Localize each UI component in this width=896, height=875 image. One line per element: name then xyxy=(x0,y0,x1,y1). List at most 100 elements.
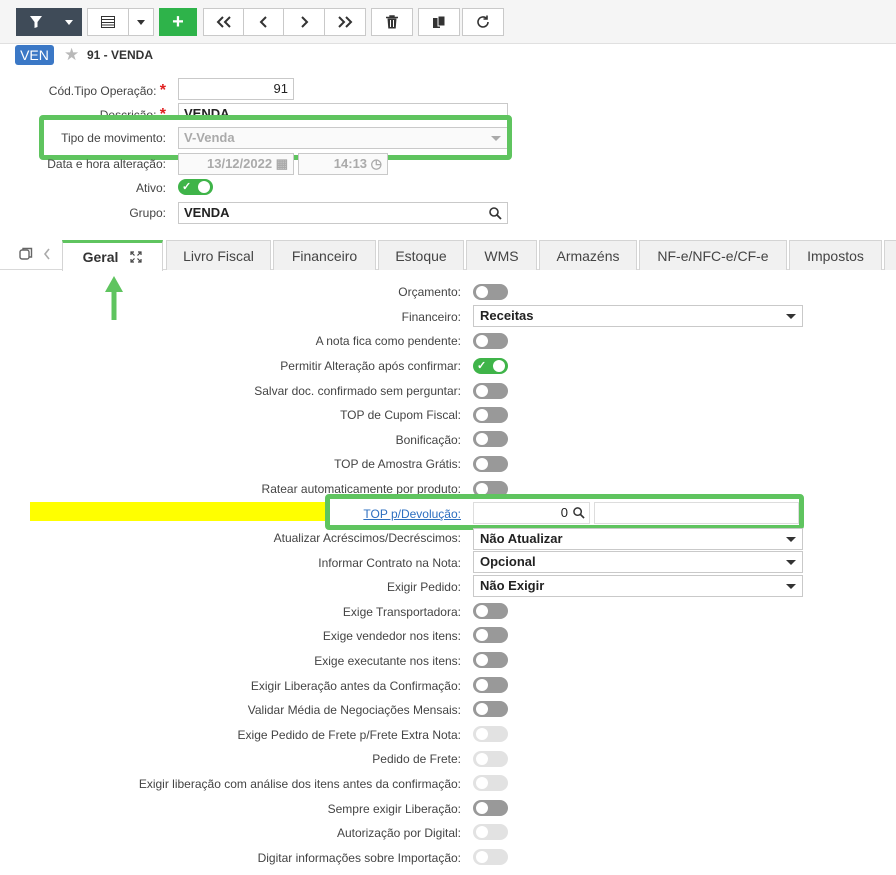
pedido-frete-toggle[interactable] xyxy=(473,751,508,767)
view-dropdown[interactable] xyxy=(128,8,154,36)
autorizacao-digital-label: Autorização por Digital: xyxy=(336,826,461,840)
ativo-toggle[interactable]: ✓ xyxy=(178,179,213,195)
permitir-alteracao-toggle[interactable]: ✓ xyxy=(473,358,508,374)
grupo-label: Grupo: xyxy=(129,206,166,220)
exigir-pedido-select[interactable]: Não Exigir xyxy=(473,575,803,597)
tab-scroll-left-icon[interactable] xyxy=(43,248,51,260)
tab-estoque[interactable]: Estoque xyxy=(378,240,464,270)
previous-record-button[interactable] xyxy=(243,8,284,36)
bonificacao-label: Bonificação: xyxy=(395,433,461,447)
refresh-icon xyxy=(477,15,489,28)
tab-impostos[interactable]: Impostos xyxy=(789,240,882,270)
filter-dropdown[interactable] xyxy=(56,8,82,36)
refresh-button[interactable] xyxy=(462,8,504,36)
digitar-importacao-toggle[interactable] xyxy=(473,849,508,865)
atualizar-acrescimos-select[interactable]: Não Atualizar xyxy=(473,528,803,550)
exige-vendedor-label: Exige vendedor nos itens: xyxy=(322,629,461,643)
digitar-importacao-label: Digitar informações sobre Importação: xyxy=(257,851,461,865)
favorite-star-icon[interactable]: ★ xyxy=(64,45,79,65)
caret-down-icon xyxy=(786,560,796,565)
tab-livro-fiscal[interactable]: Livro Fiscal xyxy=(166,240,271,270)
search-icon[interactable] xyxy=(489,207,502,220)
clock-icon: ◷ xyxy=(370,156,382,171)
hora-alteracao-input: 14:13 ◷ xyxy=(298,153,388,175)
top-cupom-toggle[interactable] xyxy=(473,407,508,423)
last-record-button[interactable] xyxy=(324,8,366,36)
data-alteracao-input: 13/12/2022 ▦ xyxy=(178,153,294,175)
exige-pedido-frete-toggle[interactable] xyxy=(473,726,508,742)
module-badge: VEN xyxy=(15,45,54,65)
salvar-doc-toggle[interactable] xyxy=(473,383,508,399)
tab-nfe[interactable]: NF-e/NFC-e/CF-e xyxy=(639,240,787,270)
autorizacao-digital-toggle[interactable] xyxy=(473,824,508,840)
caret-down-icon xyxy=(65,19,73,25)
copy-button[interactable] xyxy=(418,8,460,36)
plus-icon: + xyxy=(172,10,184,33)
top-amostra-label: TOP de Amostra Grátis: xyxy=(334,457,461,471)
exige-transportadora-label: Exige Transportadora: xyxy=(342,605,461,619)
expand-icon[interactable] xyxy=(130,251,143,263)
tab-wms[interactable]: WMS xyxy=(466,240,537,270)
double-chevron-right-icon xyxy=(338,16,353,28)
chevron-right-icon xyxy=(301,16,309,28)
data-hora-label: Data e hora alteração: xyxy=(47,157,166,171)
caret-down-icon xyxy=(786,314,796,319)
sempre-exigir-label: Sempre exigir Liberação: xyxy=(327,802,461,816)
tab-geral[interactable]: Geral xyxy=(62,240,163,271)
orcamento-toggle[interactable] xyxy=(473,284,508,300)
restore-window-icon[interactable] xyxy=(19,247,33,261)
atualizar-acrescimos-label: Atualizar Acréscimos/Decréscimos: xyxy=(273,531,461,545)
cod-tipo-input[interactable]: 91 xyxy=(178,78,294,100)
caret-down-icon xyxy=(786,584,796,589)
salvar-doc-label: Salvar doc. confirmado sem perguntar: xyxy=(254,384,461,398)
first-record-button[interactable] xyxy=(203,8,244,36)
filter-icon xyxy=(30,16,42,28)
record-title: 91 - VENDA xyxy=(87,48,154,62)
caret-down-icon xyxy=(786,537,796,542)
exige-pedido-frete-label: Exige Pedido de Frete p/Frete Extra Nota… xyxy=(237,728,461,742)
validar-media-label: Validar Média de Negociações Mensais: xyxy=(247,703,461,717)
calendar-icon: ▦ xyxy=(275,156,288,171)
informar-contrato-select[interactable]: Opcional xyxy=(473,551,803,573)
exigir-liberacao-analise-toggle[interactable] xyxy=(473,775,508,791)
filter-button[interactable] xyxy=(16,8,56,36)
grupo-input[interactable]: VENDA xyxy=(178,202,508,224)
trash-icon xyxy=(386,15,398,29)
tab-overflow[interactable] xyxy=(884,240,896,270)
tab-financeiro[interactable]: Financeiro xyxy=(273,240,376,270)
grid-icon xyxy=(101,16,115,28)
exigir-pedido-label: Exigir Pedido: xyxy=(386,580,461,594)
bonificacao-toggle[interactable] xyxy=(473,431,508,447)
add-button[interactable]: + xyxy=(159,8,197,36)
check-icon: ✓ xyxy=(182,181,192,193)
tab-armazens[interactable]: Armazéns xyxy=(539,240,637,270)
financeiro-select[interactable]: Receitas xyxy=(473,305,803,327)
sempre-exigir-toggle[interactable] xyxy=(473,800,508,816)
highlight-box-top-devolucao xyxy=(325,494,804,530)
ativo-label: Ativo: xyxy=(135,181,166,195)
nota-pendente-label: A nota fica como pendente: xyxy=(315,334,461,348)
delete-button[interactable] xyxy=(371,8,413,36)
exigir-liberacao-label: Exigir Liberação antes da Confirmação: xyxy=(250,679,461,693)
cod-tipo-label: Cód.Tipo Operação: * xyxy=(48,82,166,99)
permitir-alteracao-label: Permitir Alteração após confirmar: xyxy=(280,359,461,373)
pedido-frete-label: Pedido de Frete: xyxy=(372,752,461,766)
exigir-liberacao-analise-label: Exigir liberação com análise dos itens a… xyxy=(138,777,461,791)
yellow-highlight xyxy=(30,502,330,521)
grid-view-button[interactable] xyxy=(87,8,129,36)
top-cupom-label: TOP de Cupom Fiscal: xyxy=(340,408,461,422)
chevron-left-icon xyxy=(259,16,267,28)
exige-transportadora-toggle[interactable] xyxy=(473,603,508,619)
exige-vendedor-toggle[interactable] xyxy=(473,627,508,643)
nota-pendente-toggle[interactable] xyxy=(473,333,508,349)
annotation-arrow-icon xyxy=(105,276,123,320)
caret-down-icon xyxy=(137,19,145,25)
next-record-button[interactable] xyxy=(283,8,325,36)
validar-media-toggle[interactable] xyxy=(473,701,508,717)
exige-executante-toggle[interactable] xyxy=(473,652,508,668)
top-amostra-toggle[interactable] xyxy=(473,456,508,472)
exige-executante-label: Exige executante nos itens: xyxy=(314,654,461,668)
orcamento-label: Orçamento: xyxy=(398,285,461,299)
exigir-liberacao-toggle[interactable] xyxy=(473,677,508,693)
informar-contrato-label: Informar Contrato na Nota: xyxy=(318,556,461,570)
